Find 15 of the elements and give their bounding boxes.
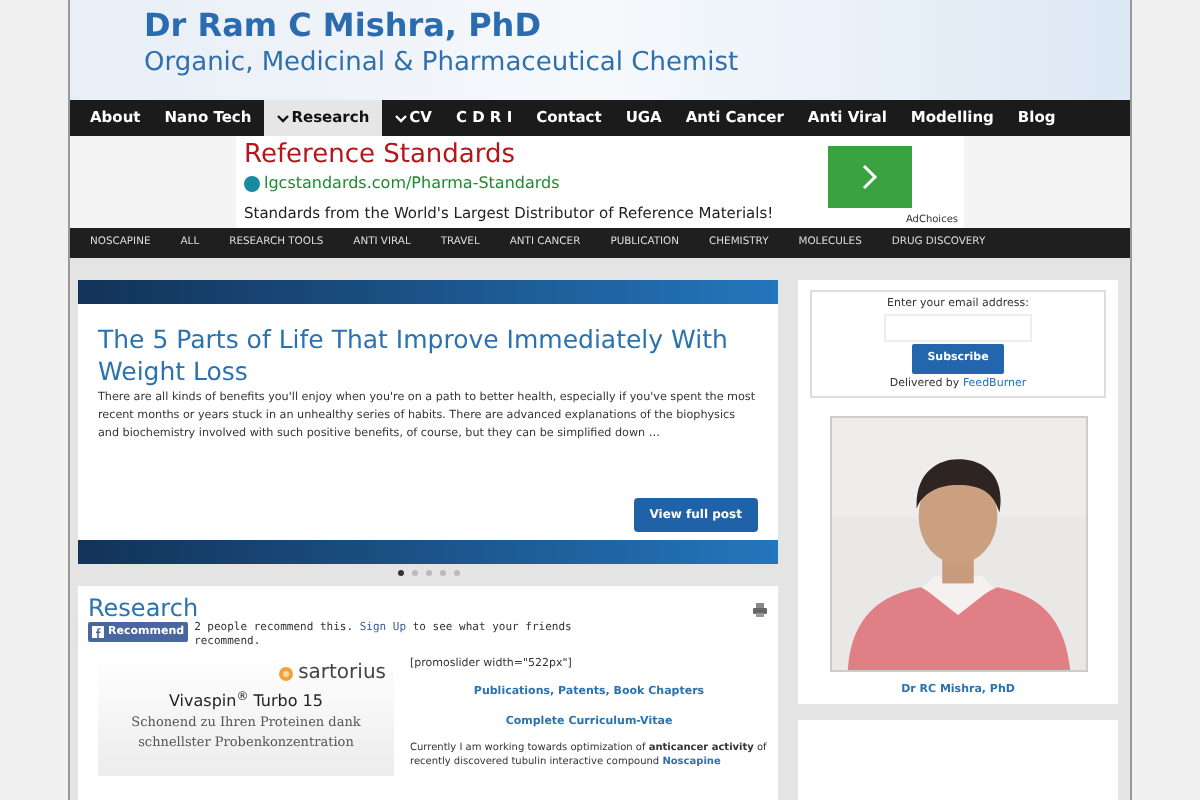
ad-icon: [244, 176, 260, 193]
site-subtitle: Organic, Medicinal & Pharmaceutical Chemist: [144, 46, 741, 80]
ad-url[interactable]: lgcstandards.com/Pharma-Standards: [264, 172, 560, 197]
ad-arrow-button[interactable]: [828, 145, 912, 207]
ad-headline[interactable]: Reference Standards: [244, 138, 828, 173]
product-name: Vivaspin$^{®}$ Turbo 15: [169, 690, 323, 714]
brand-name: sartorius: [298, 660, 386, 688]
post-title[interactable]: The 5 Parts of Life That Improve Immediately With Weight Loss: [98, 324, 758, 388]
facebook-icon: [92, 626, 104, 639]
sartorius-logo-icon: [278, 665, 295, 681]
research-title: Research: [88, 594, 199, 622]
site-title[interactable]: Dr Ram C Mishra, PhD: [144, 6, 1130, 46]
chevron-right-icon: [862, 163, 878, 189]
email-field[interactable]: [884, 314, 1032, 343]
printer-icon[interactable]: [752, 602, 768, 618]
